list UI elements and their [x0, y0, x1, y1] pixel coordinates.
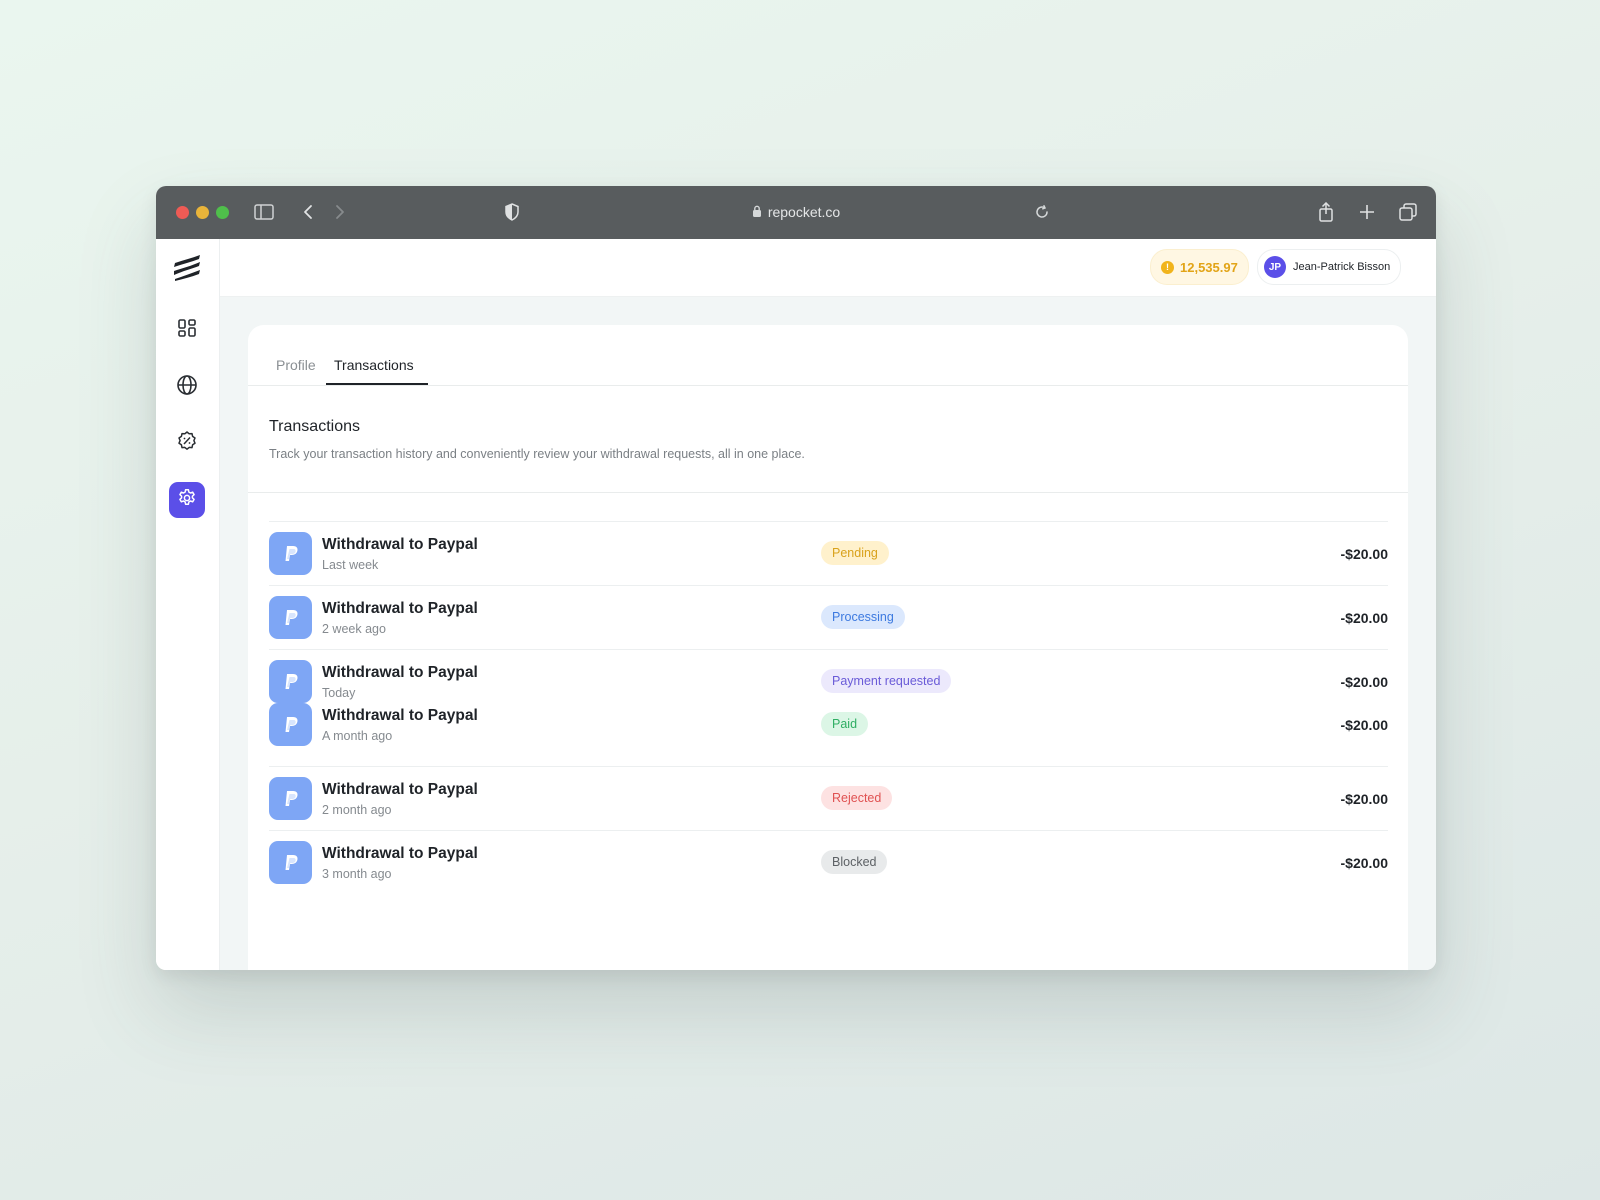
forward-arrow-icon[interactable] — [328, 200, 352, 224]
sidebar-toggle-icon[interactable] — [252, 200, 276, 224]
section-title: Transactions — [269, 418, 360, 435]
transaction-amount: -$20.00 — [1340, 674, 1388, 690]
active-tab-indicator — [326, 383, 428, 385]
transaction-date: 2 week ago — [322, 622, 386, 636]
transaction-row[interactable]: Withdrawal to Paypal 2 month ago Rejecte… — [269, 766, 1388, 830]
repocket-logo-icon[interactable] — [169, 250, 205, 286]
transactions-list: Withdrawal to Paypal Last week Pending -… — [269, 521, 1388, 894]
discount-icon — [176, 430, 198, 457]
transaction-date: Today — [322, 686, 356, 700]
transaction-title: Withdrawal to Paypal — [322, 600, 478, 617]
paypal-icon — [269, 777, 312, 820]
back-arrow-icon[interactable] — [296, 200, 320, 224]
transaction-date: A month ago — [322, 729, 393, 743]
transaction-row[interactable]: Withdrawal to Paypal A month ago Paid -$… — [269, 703, 1388, 766]
transaction-title: Withdrawal to Paypal — [322, 781, 478, 798]
minimize-window-button[interactable] — [196, 206, 209, 219]
section-description: Track your transaction history and conve… — [269, 447, 805, 461]
transaction-title: Withdrawal to Paypal — [322, 664, 478, 681]
gear-icon — [177, 488, 197, 513]
transaction-amount: -$20.00 — [1340, 717, 1388, 733]
transaction-title: Withdrawal to Paypal — [322, 707, 478, 724]
tab-overview-icon[interactable] — [1396, 200, 1420, 224]
sidebar-item-discounts[interactable] — [169, 425, 205, 461]
browser-toolbar: repocket.co — [156, 186, 1436, 239]
close-window-button[interactable] — [176, 206, 189, 219]
browser-window: repocket.co ! 12,535.97 JP Jean-Patrick … — [156, 186, 1436, 970]
divider — [248, 492, 1408, 493]
status-badge: Processing — [821, 605, 905, 629]
status-badge: Payment requested — [821, 669, 952, 693]
balance-value: 12,535.97 — [1180, 259, 1238, 275]
transaction-title: Withdrawal to Paypal — [322, 845, 478, 862]
app-header: ! 12,535.97 JP Jean-Patrick Bisson — [220, 239, 1436, 297]
paypal-icon — [269, 841, 312, 884]
paypal-icon — [269, 703, 312, 746]
url-text: repocket.co — [767, 204, 841, 220]
status-badge: Paid — [821, 712, 869, 736]
transaction-amount: -$20.00 — [1340, 855, 1388, 871]
shield-icon[interactable] — [500, 200, 524, 224]
transaction-row[interactable]: Withdrawal to Paypal Last week Pending -… — [269, 521, 1388, 585]
tab-transactions[interactable]: Transactions — [334, 357, 414, 373]
sidebar-item-settings[interactable] — [169, 482, 205, 518]
transaction-date: 3 month ago — [322, 867, 392, 881]
sidebar-item-dashboard[interactable] — [169, 312, 205, 348]
globe-icon — [176, 374, 198, 401]
maximize-window-button[interactable] — [216, 206, 229, 219]
share-icon[interactable] — [1314, 200, 1338, 224]
transaction-row[interactable]: Withdrawal to Paypal 3 month ago Blocked… — [269, 830, 1388, 894]
paypal-icon — [269, 596, 312, 639]
transaction-amount: -$20.00 — [1340, 791, 1388, 807]
transaction-amount: -$20.00 — [1340, 546, 1388, 562]
main-content: Profile Transactions Transactions Track … — [220, 297, 1436, 970]
transaction-date: Last week — [322, 558, 379, 572]
tab-profile[interactable]: Profile — [276, 357, 316, 373]
transaction-date: 2 month ago — [322, 803, 392, 817]
transactions-card: Profile Transactions Transactions Track … — [248, 325, 1408, 970]
status-badge: Pending — [821, 541, 889, 565]
paypal-icon — [269, 532, 312, 575]
dashboard-icon — [177, 318, 197, 343]
transaction-row[interactable]: Withdrawal to Paypal Today Payment reque… — [269, 649, 1388, 703]
address-bar[interactable]: repocket.co — [716, 201, 876, 223]
user-name: Jean-Patrick Bisson — [1293, 261, 1391, 273]
status-badge: Rejected — [821, 786, 893, 810]
transaction-row[interactable]: Withdrawal to Paypal 2 week ago Processi… — [269, 585, 1388, 649]
balance-badge[interactable]: ! 12,535.97 — [1150, 249, 1249, 285]
tab-bar: Profile Transactions — [248, 325, 1408, 386]
transaction-amount: -$20.00 — [1340, 610, 1388, 626]
paypal-icon — [269, 660, 312, 703]
sidebar-item-globe[interactable] — [169, 369, 205, 405]
avatar: JP — [1264, 256, 1286, 278]
app-sidebar — [156, 239, 220, 970]
new-tab-icon[interactable] — [1355, 200, 1379, 224]
lock-icon — [752, 204, 762, 220]
status-badge: Blocked — [821, 850, 888, 874]
reload-icon[interactable] — [1030, 200, 1054, 224]
user-menu[interactable]: JP Jean-Patrick Bisson — [1257, 249, 1402, 285]
coin-icon: ! — [1161, 260, 1174, 274]
transaction-title: Withdrawal to Paypal — [322, 536, 478, 553]
